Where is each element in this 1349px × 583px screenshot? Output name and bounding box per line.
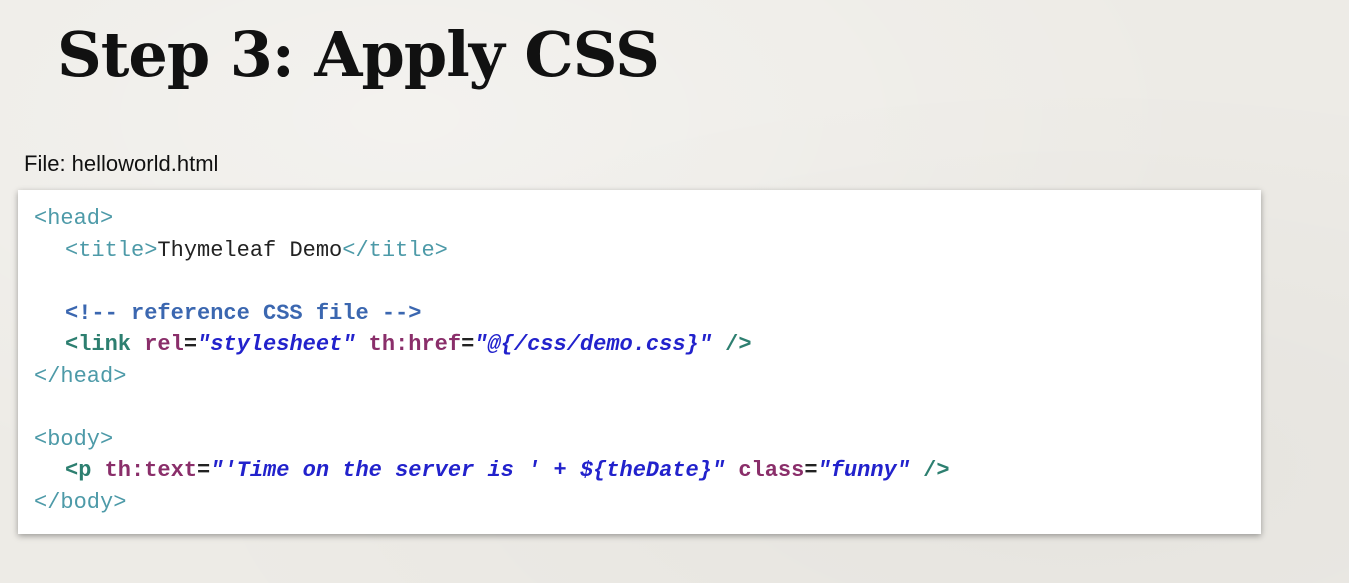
- href-attr: th:href: [368, 332, 462, 357]
- title-open-tag: <title>: [65, 237, 158, 263]
- rel-value: "stylesheet": [197, 332, 356, 357]
- body-open-tag: <body>: [34, 426, 114, 452]
- code-line-blank-1: [34, 266, 1261, 298]
- code-line-10: </body>: [34, 487, 1261, 519]
- th-text-attr: th:text: [104, 458, 198, 483]
- link-self-close: />: [725, 332, 752, 357]
- code-line-1: <head>: [34, 203, 1261, 235]
- th-text-eq: =: [197, 458, 211, 483]
- code-line-blank-2: [34, 392, 1261, 424]
- rel-attr: rel: [144, 332, 184, 357]
- class-attr: class: [738, 458, 805, 483]
- code-line-6: </head>: [34, 361, 1261, 393]
- p-self-close: />: [923, 458, 950, 483]
- th-text-value: "'Time on the server is ' + ${theDate}": [210, 458, 726, 483]
- file-label: File: helloworld.html: [24, 151, 219, 176]
- code-line-2: <title>Thymeleaf Demo</title>: [34, 235, 1261, 267]
- class-value: "funny": [817, 458, 910, 483]
- slide-title: Step 3: Apply CSS: [57, 18, 660, 91]
- title-close-tag: </title>: [342, 237, 448, 263]
- head-close-tag: </head>: [34, 363, 127, 389]
- href-value: "@{/css/demo.css}": [474, 332, 712, 357]
- class-eq: =: [804, 458, 818, 483]
- href-eq: =: [461, 332, 475, 357]
- title-text: Thymeleaf Demo: [157, 237, 343, 263]
- rel-eq: =: [183, 332, 198, 357]
- code-line-9: <p th:text="'Time on the server is ' + $…: [34, 455, 1261, 487]
- p-tag: <p: [65, 458, 92, 483]
- css-comment: <!-- reference CSS file -->: [65, 300, 422, 326]
- link-tag: <link: [65, 332, 132, 357]
- code-panel: <head> <title>Thymeleaf Demo</title> <!-…: [18, 190, 1261, 534]
- body-close-tag: </body>: [34, 489, 127, 515]
- code-line-4: <!-- reference CSS file -->: [34, 298, 1261, 330]
- head-open-tag: <head>: [34, 206, 114, 231]
- code-line-8: <body>: [34, 424, 1261, 456]
- code-line-5: <link rel="stylesheet" th:href="@{/css/d…: [34, 329, 1261, 361]
